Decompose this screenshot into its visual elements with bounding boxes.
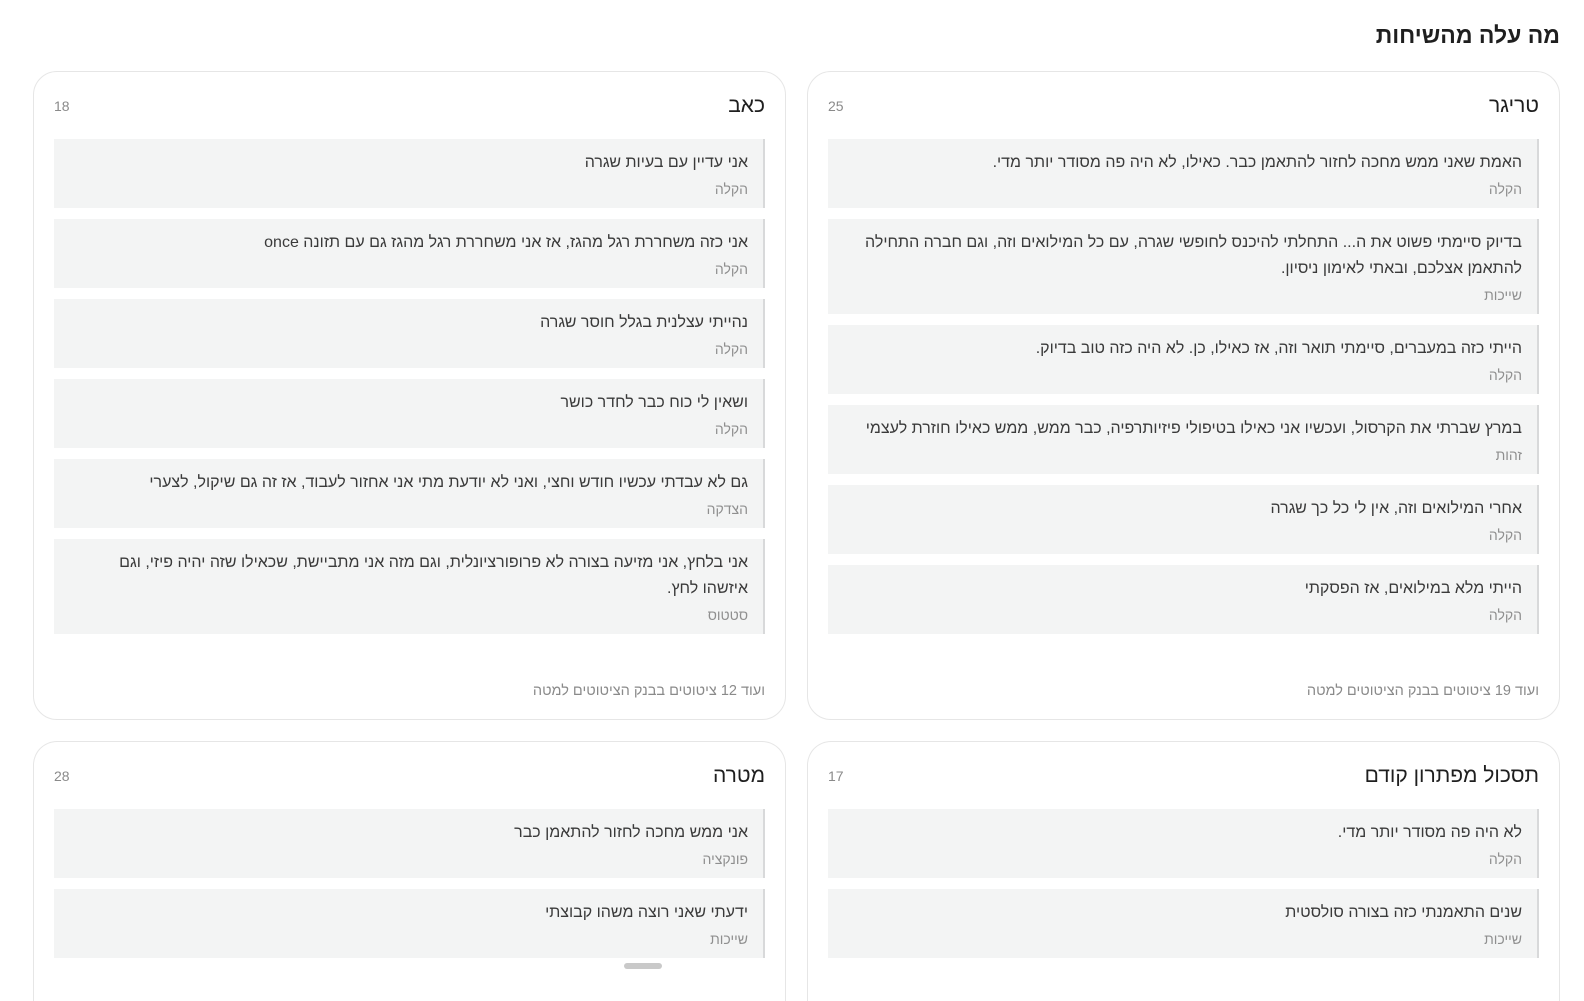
quote-tag: הקלה (714, 421, 748, 437)
quote-text: האמת שאני ממש מחכה לחזור להתאמן כבר. כאי… (992, 154, 1522, 171)
quote-text: אני בלחץ, אני מזיעה בצורה לא פרופורציונל… (119, 554, 748, 597)
quote-text: הייתי מלא במילואים, אז הפסקתי (1304, 580, 1522, 597)
quote-text: לא היה פה מסודר יותר מדי. (1337, 824, 1522, 841)
quote-item: נהייתי עצלנית בגלל חוסר שגרה הקלה (54, 299, 765, 368)
quote-item: האמת שאני ממש מחכה לחזור להתאמן כבר. כאי… (828, 139, 1539, 208)
more-quotes-link[interactable]: ועוד 12 ציטוטים בבנק הציטוטים למטה (54, 683, 765, 699)
card-count: 28 (54, 768, 70, 784)
quote-item: ושאין לי כוח כבר לחדר כושר הקלה (54, 379, 765, 448)
quote-item: אני כזה משחררת רגל מהגז, אז אני משחררת ר… (54, 219, 765, 288)
quote-tag: שייכות (710, 931, 748, 947)
quote-text: אני כזה משחררת רגל מהגז, אז אני משחררת ר… (264, 234, 748, 251)
quote-tag: הקלה (1488, 181, 1522, 197)
quote-text: בדיוק סיימתי פשוט את ה... התחלתי להיכנס … (865, 234, 1522, 277)
quote-text: גם לא עבדתי עכשיו חודש וחצי, ואני לא יוד… (149, 474, 748, 491)
quote-text: אחרי המילואים וזה, אין לי כל כך שגרה (1270, 500, 1522, 517)
insight-card-trigger: טריגר 25 האמת שאני ממש מחכה לחזור להתאמן… (807, 71, 1560, 720)
insight-card-goal: מטרה 28 אני ממש מחכה לחזור להתאמן כבר פו… (33, 741, 786, 1001)
insight-card-prior-frustration: תסכול מפתרון קודם 17 לא היה פה מסודר יות… (807, 741, 1560, 1001)
quote-tag: הצדקה (706, 501, 748, 517)
card-title: כאב (728, 94, 765, 117)
scrollbar-thumb[interactable] (624, 963, 662, 969)
card-count: 17 (828, 768, 844, 784)
card-count: 18 (54, 98, 70, 114)
quote-tag: הקלה (1488, 367, 1522, 383)
quote-tag: שייכות (1484, 287, 1522, 303)
quote-tag: הקלה (714, 341, 748, 357)
quote-item: אני עדיין עם בעיות שגרה הקלה (54, 139, 765, 208)
quote-text: נהייתי עצלנית בגלל חוסר שגרה (540, 314, 748, 331)
card-title: טריגר (1488, 94, 1539, 117)
insight-card-pain: כאב 18 אני עדיין עם בעיות שגרה הקלה אני … (33, 71, 786, 720)
quote-text: ידעתי שאני רוצה משהו קבוצתי (545, 904, 748, 921)
quote-tag: פונקציה (702, 851, 748, 867)
insights-grid: טריגר 25 האמת שאני ממש מחכה לחזור להתאמן… (33, 71, 1560, 1001)
card-title: מטרה (712, 764, 765, 787)
quote-item: גם לא עבדתי עכשיו חודש וחצי, ואני לא יוד… (54, 459, 765, 528)
quote-text: ושאין לי כוח כבר לחדר כושר (560, 394, 748, 411)
card-title: תסכול מפתרון קודם (1364, 764, 1539, 787)
quote-tag: הקלה (714, 181, 748, 197)
quote-item: ידעתי שאני רוצה משהו קבוצתי שייכות (54, 889, 765, 958)
quote-tag: סטטוס (707, 607, 748, 623)
quote-item: אני ממש מחכה לחזור להתאמן כבר פונקציה (54, 809, 765, 878)
quote-item: אני בלחץ, אני מזיעה בצורה לא פרופורציונל… (54, 539, 765, 634)
quote-tag: שייכות (1484, 931, 1522, 947)
quote-item: שנים התאמנתי כזה בצורה סולסטית שייכות (828, 889, 1539, 958)
quote-tag: הקלה (1488, 607, 1522, 623)
card-count: 25 (828, 98, 844, 114)
quote-item: הייתי כזה במעברים, סיימתי תואר וזה, אז כ… (828, 325, 1539, 394)
quote-tag: הקלה (1488, 851, 1522, 867)
quote-tag: הקלה (714, 261, 748, 277)
quote-item: אחרי המילואים וזה, אין לי כל כך שגרה הקל… (828, 485, 1539, 554)
quote-text: הייתי כזה במעברים, סיימתי תואר וזה, אז כ… (1035, 340, 1522, 357)
quote-item: לא היה פה מסודר יותר מדי. הקלה (828, 809, 1539, 878)
quote-text: אני עדיין עם בעיות שגרה (584, 154, 748, 171)
quote-text: במרץ שברתי את הקרסול, ועכשיו אני כאילו ב… (865, 420, 1522, 437)
quote-text: אני ממש מחכה לחזור להתאמן כבר (514, 824, 748, 841)
quote-tag: זהות (1495, 447, 1522, 463)
quote-tag: הקלה (1488, 527, 1522, 543)
quote-item: במרץ שברתי את הקרסול, ועכשיו אני כאילו ב… (828, 405, 1539, 474)
page-title: מה עלה מהשיחות (1375, 22, 1560, 48)
more-quotes-link[interactable]: ועוד 19 ציטוטים בבנק הציטוטים למטה (828, 683, 1539, 699)
quote-item: בדיוק סיימתי פשוט את ה... התחלתי להיכנס … (828, 219, 1539, 314)
quote-text: שנים התאמנתי כזה בצורה סולסטית (1285, 904, 1522, 921)
quote-item: הייתי מלא במילואים, אז הפסקתי הקלה (828, 565, 1539, 634)
